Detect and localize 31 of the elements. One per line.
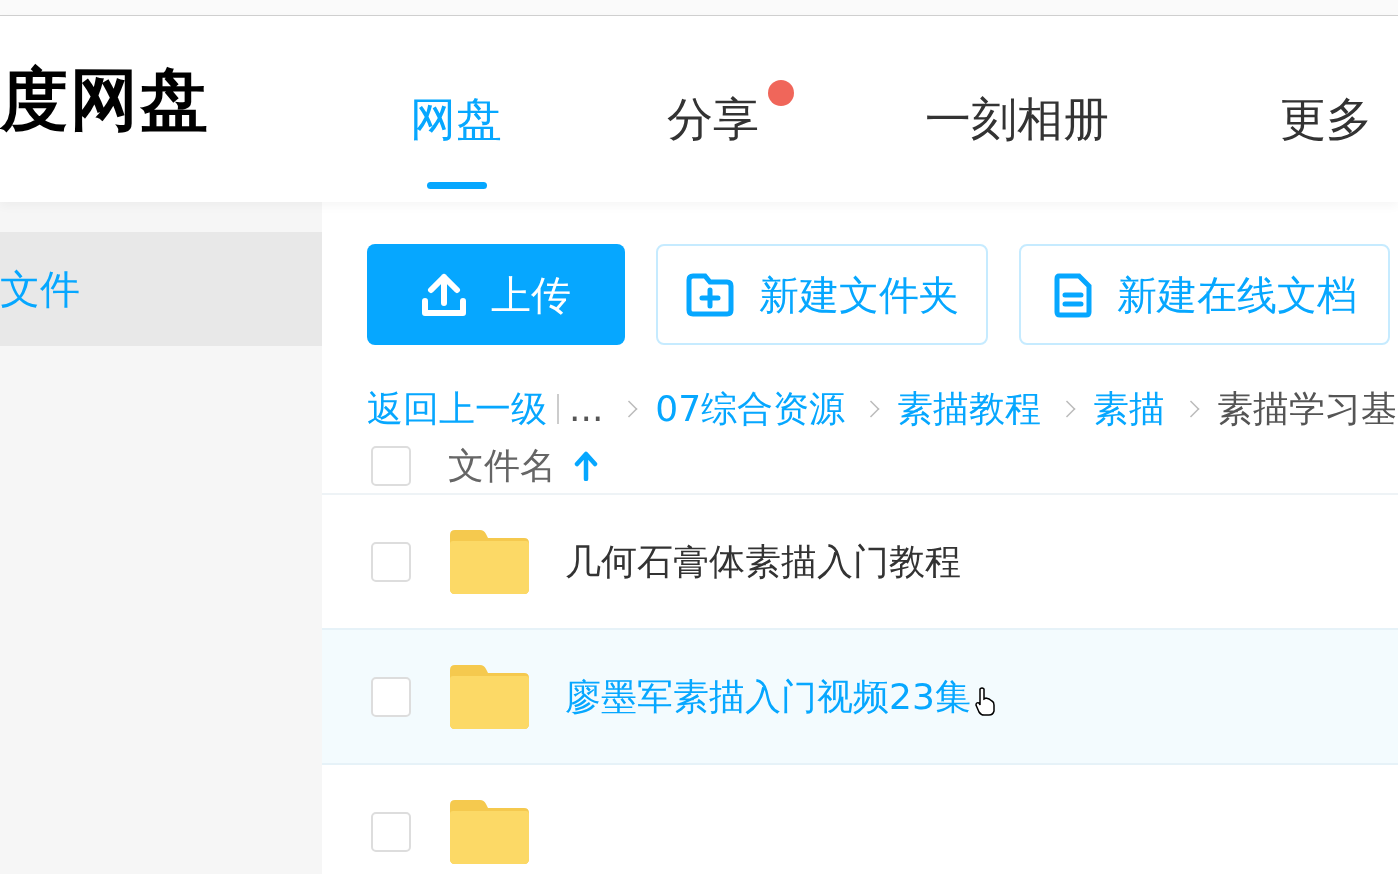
hand-cursor-icon — [974, 686, 995, 717]
sidebar-item[interactable]: 文件 — [0, 232, 322, 346]
breadcrumb-link[interactable]: 07综合资源 — [655, 382, 846, 436]
column-header[interactable]: 文件名 — [448, 439, 556, 493]
nav-tab[interactable]: 更多 — [1280, 96, 1372, 142]
checkbox[interactable] — [371, 811, 411, 852]
upload-icon — [421, 272, 467, 317]
checkbox[interactable] — [371, 541, 411, 582]
folder-icon — [450, 529, 529, 594]
nav-tab[interactable]: 网盘 — [410, 96, 502, 142]
checkbox[interactable] — [371, 676, 411, 717]
new-folder-button[interactable]: 新建文件夹 — [656, 244, 988, 345]
breadcrumb-current: 素描学习基 — [1217, 387, 1398, 431]
breadcrumb-link[interactable]: 素描 — [1093, 382, 1166, 436]
back-link[interactable]: 返回上一级 — [367, 382, 547, 436]
nav-tab[interactable]: 分享 — [667, 96, 759, 142]
file-name[interactable]: 廖墨军素描入门视频23集 — [565, 669, 971, 724]
active-tab-underline — [427, 182, 487, 189]
file-row[interactable]: 廖墨军素描入门视频23集 — [322, 630, 1398, 765]
folder-icon — [450, 664, 529, 729]
folder-plus-icon — [685, 271, 735, 318]
ellipsis-link[interactable]: ... — [569, 382, 604, 436]
folder-icon — [450, 799, 529, 864]
sort-ascending-icon[interactable] — [574, 451, 598, 481]
nav-tab[interactable]: 一刻相册 — [925, 96, 1109, 142]
checkbox[interactable] — [371, 446, 411, 486]
breadcrumb-link[interactable]: 素描教程 — [897, 382, 1042, 436]
new-document-button[interactable]: 新建在线文档 — [1019, 244, 1390, 345]
document-icon — [1052, 271, 1093, 318]
upload-button[interactable]: 上传 — [367, 244, 625, 345]
file-name[interactable]: 几何石膏体素描入门教程 — [565, 534, 961, 589]
